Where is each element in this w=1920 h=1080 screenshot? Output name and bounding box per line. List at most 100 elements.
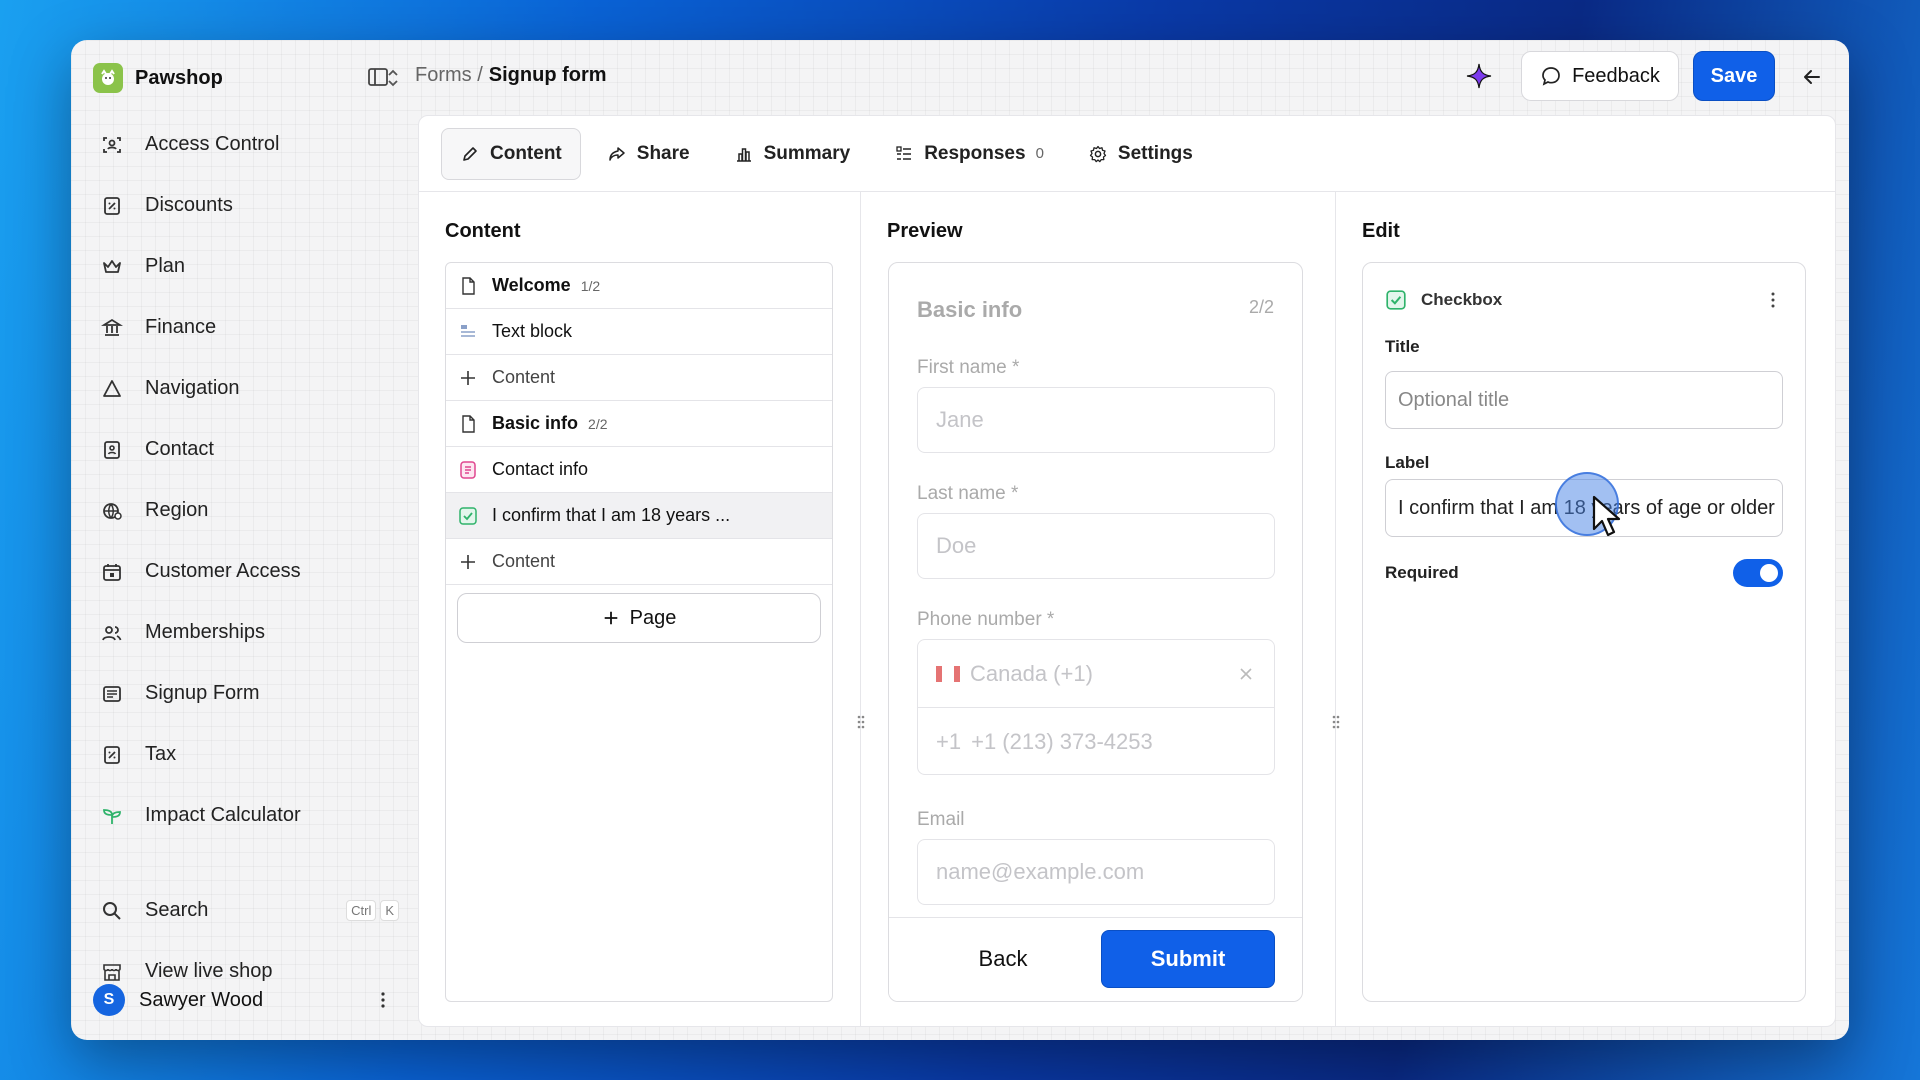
bar-chart-icon <box>736 147 751 162</box>
preview-section-title: Basic info <box>917 297 1023 322</box>
sidebar-item-contact[interactable]: Contact <box>89 419 399 480</box>
more-vertical-icon[interactable] <box>1763 290 1783 310</box>
list-item[interactable]: Text block <box>446 309 832 355</box>
sidebar-item-label: Memberships <box>145 621 266 643</box>
page-number: 2/2 <box>588 415 608 432</box>
search-label: Search <box>145 899 209 921</box>
preview-footer: Back Submit <box>889 917 1302 1001</box>
checkbox-icon <box>459 506 477 525</box>
avatar: S <box>93 984 125 1016</box>
sidebar-item-customer-access[interactable]: Customer Access <box>89 541 399 602</box>
edit-title: Edit <box>1362 220 1400 242</box>
form-icon <box>103 685 121 702</box>
block-header: Checkbox <box>1385 289 1783 311</box>
list-item-label: Welcome <box>492 275 571 295</box>
storefront-icon <box>103 963 121 981</box>
required-label: Required <box>1385 563 1459 582</box>
sidebar-item-signup-form[interactable]: Signup Form <box>89 663 399 724</box>
tab-share[interactable]: Share <box>589 128 708 180</box>
save-button[interactable]: Save <box>1693 51 1775 101</box>
sidebar-search[interactable]: Search Ctrl K <box>89 880 399 941</box>
first-name-field[interactable]: Jane <box>917 387 1275 453</box>
tab-responses[interactable]: Responses 0 <box>876 128 1062 180</box>
sidebar-item-label: Discounts <box>145 194 233 216</box>
search-icon <box>103 901 121 920</box>
sidebar-item-memberships[interactable]: Memberships <box>89 602 399 663</box>
phone-label: Phone number * <box>917 609 1055 630</box>
more-vertical-icon[interactable] <box>373 990 393 1010</box>
discount-icon <box>104 196 120 215</box>
feedback-button[interactable]: Feedback <box>1521 51 1679 101</box>
list-item-label: Content <box>492 367 556 387</box>
phone-number-input[interactable]: +1 +1 (213) 373-4253 <box>918 708 1274 776</box>
list-item-label: Content <box>492 551 556 571</box>
last-name-field[interactable]: Doe <box>917 513 1275 579</box>
sprout-icon <box>103 808 121 824</box>
user-name: Sawyer Wood <box>139 988 264 1011</box>
add-page-label: Page <box>629 606 677 629</box>
plus-icon <box>461 370 475 385</box>
tab-label: Responses <box>924 142 1026 164</box>
breadcrumb-current: Signup form <box>488 64 607 86</box>
shop-switcher[interactable]: Pawshop <box>93 58 403 98</box>
app-window: Pawshop Access Control Discounts Plan Fi… <box>71 40 1849 1040</box>
user-menu[interactable]: S Sawyer Wood <box>93 982 403 1018</box>
tab-summary[interactable]: Summary <box>716 128 869 180</box>
first-name-label: First name * <box>917 357 1020 378</box>
required-toggle[interactable] <box>1733 559 1783 587</box>
plus-icon <box>461 554 475 569</box>
email-field[interactable]: name@example.com <box>917 839 1275 905</box>
country-value: Canada (+1) <box>970 660 1093 686</box>
add-content-row[interactable]: Content <box>446 355 832 401</box>
sidebar-item-plan[interactable]: Plan <box>89 236 399 297</box>
list-item[interactable]: Contact info <box>446 447 832 493</box>
list-item[interactable]: I confirm that I am 18 years ... <box>446 493 832 539</box>
close-icon[interactable] <box>1238 666 1254 682</box>
sidebar-item-label: Region <box>145 499 209 521</box>
tax-icon <box>104 745 120 764</box>
sidebar-item-label: Contact <box>145 438 214 460</box>
title-input[interactable]: Optional title <box>1385 371 1783 429</box>
access-control-icon <box>103 136 121 153</box>
sidebar: Pawshop Access Control Discounts Plan Fi… <box>71 40 411 1040</box>
list-item[interactable]: Basic info 2/2 <box>446 401 832 447</box>
back-button[interactable]: Back <box>917 930 1089 988</box>
add-content-row[interactable]: Content <box>446 539 832 585</box>
tab-content[interactable]: Content <box>441 127 581 180</box>
sidebar-item-navigation[interactable]: Navigation <box>89 358 399 419</box>
tab-settings[interactable]: Settings <box>1070 128 1211 180</box>
tab-bar: Content Share Summary Responses 0 Settin… <box>419 116 1835 192</box>
sidebar-item-finance[interactable]: Finance <box>89 297 399 358</box>
sidebar-item-label: Impact Calculator <box>145 804 301 826</box>
preview-section-header: Basic info 2/2 <box>917 297 1274 323</box>
sparkle-icon[interactable] <box>1465 62 1493 90</box>
mouse-pointer-icon <box>1592 495 1621 537</box>
sidebar-toggle-icon[interactable] <box>365 64 391 90</box>
submit-button[interactable]: Submit <box>1101 930 1275 988</box>
sidebar-item-region[interactable]: Region <box>89 480 399 541</box>
responses-count: 0 <box>1035 145 1044 162</box>
label-label: Label <box>1385 453 1430 472</box>
form-editor: Content Share Summary Responses 0 Settin… <box>418 115 1836 1027</box>
sidebar-item-discounts[interactable]: Discounts <box>89 175 399 236</box>
list-item-label: Text block <box>492 321 573 341</box>
page-number: 1/2 <box>580 277 601 294</box>
country-select[interactable]: Canada (+1) <box>918 640 1274 708</box>
canada-flag-icon <box>936 665 960 682</box>
content-title: Content <box>445 220 521 242</box>
checkbox-icon <box>1386 290 1406 310</box>
add-page-button[interactable]: Page <box>457 593 821 643</box>
list-item[interactable]: Welcome 1/2 <box>446 263 832 309</box>
breadcrumb: Forms / Signup form <box>415 64 607 87</box>
content-column: Content Welcome 1/2 Text block Content B… <box>419 192 865 1026</box>
edit-card: Checkbox Title Optional title Label I co… <box>1362 262 1806 1002</box>
page-icon <box>462 276 475 295</box>
sidebar-item-tax[interactable]: Tax <box>89 724 399 785</box>
sidebar-item-label: Signup Form <box>145 682 260 704</box>
arrow-left-icon[interactable] <box>1799 64 1825 90</box>
breadcrumb-forms-link[interactable]: Forms / <box>415 64 483 87</box>
sidebar-item-label: Access Control <box>145 133 280 155</box>
preview-column: Preview Basic info 2/2 First name * Jane… <box>861 192 1340 1026</box>
sidebar-item-access-control[interactable]: Access Control <box>89 114 399 175</box>
sidebar-item-impact-calculator[interactable]: Impact Calculator <box>89 785 399 846</box>
